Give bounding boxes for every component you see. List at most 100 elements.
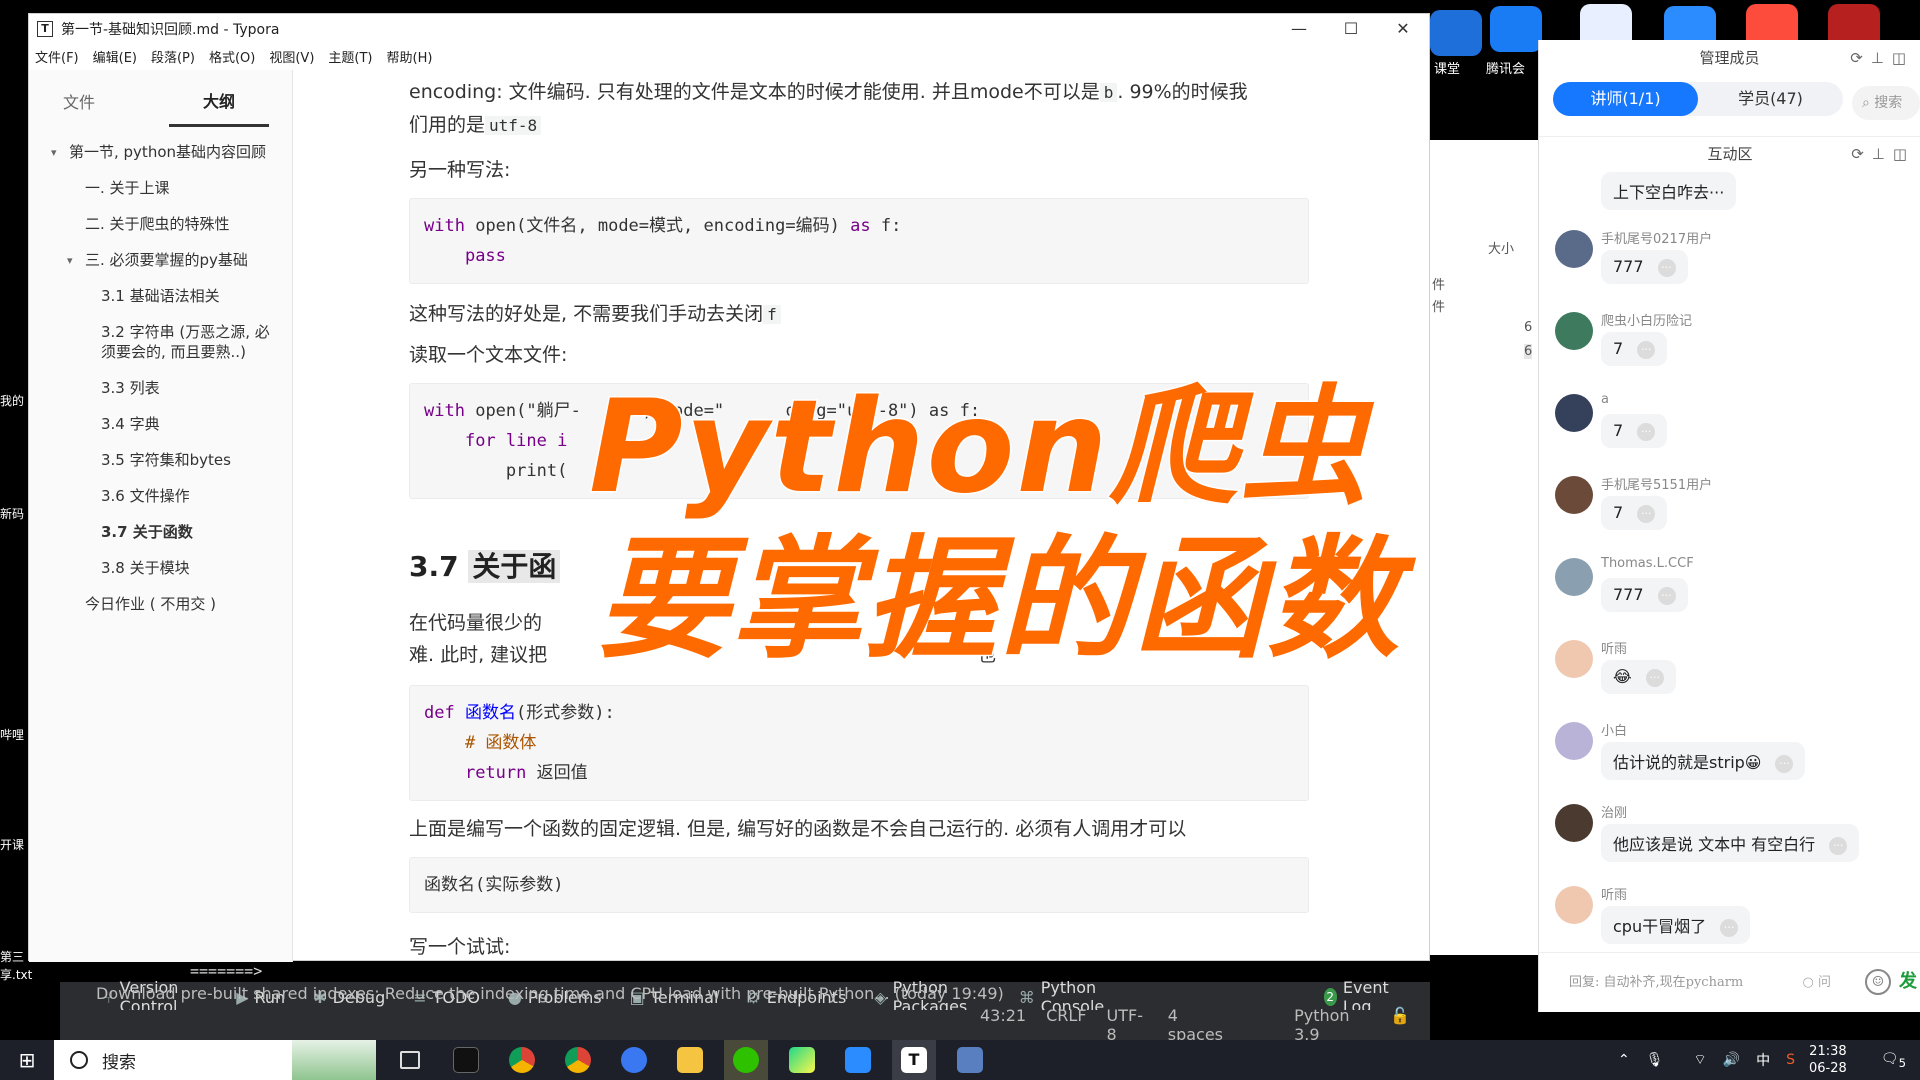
outline-item-active[interactable]: 3.7 关于函数 — [29, 522, 292, 542]
tab-files[interactable]: 文件 — [29, 73, 129, 125]
avatar[interactable] — [1555, 394, 1593, 432]
message-bubble[interactable]: 😂 ··· — [1601, 660, 1676, 694]
notification-icon[interactable]: 🗨5 — [1881, 1051, 1906, 1070]
tab-teachers[interactable]: 讲师(1/1) — [1553, 82, 1698, 116]
dingtalk-taskbar-icon[interactable] — [836, 1040, 880, 1080]
more-icon[interactable]: ··· — [1645, 668, 1664, 687]
menu-view[interactable]: 视图(V) — [269, 47, 314, 66]
typora-taskbar-icon[interactable]: T — [892, 1040, 936, 1080]
menu-file[interactable]: 文件(F) — [35, 47, 79, 66]
outline-item[interactable]: 3.3 列表 — [29, 378, 292, 398]
outline-item[interactable]: ▾ 第一节, python基础内容回顾 — [29, 142, 292, 162]
file-row[interactable]: 6 — [1524, 320, 1532, 335]
outline-item[interactable]: 今日作业 ( 不用交 ) — [29, 594, 292, 614]
indent-setting[interactable]: 4 spaces — [1168, 1006, 1230, 1044]
outline-item[interactable]: 3.1 基础语法相关 — [29, 286, 292, 306]
volume-icon[interactable]: 🔊 — [1723, 1052, 1740, 1068]
message-bubble[interactable]: cpu干冒烟了 ··· — [1601, 906, 1751, 944]
maximize-button[interactable]: ☐ — [1325, 14, 1377, 44]
more-icon[interactable]: ··· — [1637, 340, 1656, 359]
code-block-read-file[interactable]: with open("躺尸- ", mode=" ding="utf-8") a… — [409, 383, 1309, 499]
menu-theme[interactable]: 主题(T) — [328, 47, 372, 66]
avatar[interactable] — [1555, 722, 1593, 760]
code-block-def[interactable]: def 函数名(形式参数): # 函数体 return 返回值 — [409, 685, 1309, 801]
more-icon[interactable]: ··· — [1637, 422, 1656, 441]
message-username[interactable]: Thomas.L.CCF — [1601, 556, 1694, 571]
refresh-pin-icons[interactable]: ⟳⊥◫ — [1851, 137, 1915, 171]
file-encoding[interactable]: UTF-8 — [1107, 1006, 1148, 1044]
file-row[interactable]: 6 — [1524, 344, 1533, 359]
message-bubble[interactable]: 777 ··· — [1601, 250, 1688, 284]
code-block-with-open[interactable]: with open(文件名, mode=模式, encoding=编码) as … — [409, 198, 1309, 284]
refresh-pin-icons[interactable]: ⟳⊥◫ — [1850, 40, 1914, 76]
browser-icon[interactable] — [612, 1040, 656, 1080]
more-icon[interactable]: ··· — [1657, 258, 1676, 277]
blue-app-icon[interactable] — [1430, 10, 1482, 56]
menu-help[interactable]: 帮助(H) — [387, 47, 433, 66]
chevron-down-icon[interactable]: ▾ — [67, 251, 73, 271]
typora-titlebar[interactable]: T 第一节-基础知识回顾.md - Typora — ☐ ✕ — [29, 14, 1429, 44]
outline-item[interactable]: 3.5 字符集和bytes — [29, 450, 292, 470]
message-bubble[interactable]: 7 ··· — [1601, 496, 1668, 530]
avatar[interactable] — [1555, 640, 1593, 678]
task-view-icon[interactable] — [388, 1040, 432, 1080]
send-button[interactable]: 发 — [1899, 967, 1917, 993]
member-search-input[interactable]: ⌕ 搜索 — [1852, 86, 1920, 120]
question-toggle[interactable]: ○ 问 — [1803, 971, 1832, 990]
chevron-up-icon[interactable]: ⌃ — [1618, 1052, 1630, 1068]
code-block-call[interactable]: 函数名(实际参数) — [409, 857, 1309, 913]
file-row[interactable]: 件 — [1432, 274, 1445, 293]
caret-position[interactable]: 43:21 — [980, 1006, 1026, 1044]
outline-item[interactable]: 3.8 关于模块 — [29, 558, 292, 578]
lock-icon[interactable]: 🔓 — [1390, 1006, 1410, 1044]
more-icon[interactable]: ··· — [1829, 836, 1848, 855]
message-bubble[interactable]: 他应该是说 文本中 有空白行 ··· — [1601, 824, 1860, 862]
chrome-icon[interactable] — [500, 1040, 544, 1080]
tab-students[interactable]: 学员(47) — [1698, 82, 1843, 116]
python-interpreter[interactable]: Python 3.9 — [1294, 1006, 1370, 1044]
outline-item[interactable]: 3.2 字符串 (万恶之源, 必须要会的, 而且要熟..) — [29, 322, 292, 362]
tab-outline[interactable]: 大纲 — [169, 72, 269, 127]
message-bubble[interactable]: 上下空白咋去··· — [1601, 172, 1737, 210]
taskbar-search-input[interactable]: 搜索 — [54, 1040, 376, 1080]
outline-item[interactable]: ▾ 三. 必须要掌握的py基础 — [29, 250, 292, 270]
outline-item[interactable]: 3.6 文件操作 — [29, 486, 292, 506]
file-explorer-icon[interactable] — [668, 1040, 712, 1080]
message-username[interactable]: 听雨 — [1601, 884, 1627, 903]
reply-input[interactable]: 回复: 自动补齐,现在pycharm ○ 问 ☺ 发 — [1539, 952, 1920, 1012]
sogou-icon[interactable]: S — [1786, 1052, 1795, 1068]
menu-format[interactable]: 格式(O) — [209, 47, 255, 66]
message-bubble[interactable]: 7 ··· — [1601, 414, 1668, 448]
message-username[interactable]: a — [1601, 392, 1609, 407]
tencent-meeting-icon[interactable] — [1490, 6, 1542, 52]
avatar[interactable] — [1555, 886, 1593, 924]
pycharm-icon[interactable] — [780, 1040, 824, 1080]
ime-indicator[interactable]: 中 — [1756, 1050, 1770, 1070]
avatar[interactable] — [1555, 804, 1593, 842]
calculator-icon[interactable] — [948, 1040, 992, 1080]
avatar[interactable] — [1555, 476, 1593, 514]
menu-paragraph[interactable]: 段落(P) — [151, 47, 195, 66]
more-icon[interactable]: ··· — [1709, 183, 1724, 202]
message-bubble[interactable]: 估计说的就是strip😀 ··· — [1601, 742, 1806, 780]
windows-start-icon[interactable]: ⊞ — [0, 1048, 54, 1072]
message-username[interactable]: 爬虫小白历险记 — [1601, 310, 1692, 329]
wechat-icon[interactable] — [724, 1040, 768, 1080]
emoji-icon[interactable]: ☺ — [1865, 969, 1891, 995]
file-row[interactable]: 件 — [1432, 296, 1445, 315]
outline-item[interactable]: 3.4 字典 — [29, 414, 292, 434]
avatar[interactable] — [1555, 558, 1593, 596]
line-separator[interactable]: CRLF — [1046, 1006, 1086, 1044]
outline-item[interactable]: 一. 关于上课 — [29, 178, 292, 198]
outline-item[interactable]: 二. 关于爬虫的特殊性 — [29, 214, 292, 234]
chrome-dev-icon[interactable] — [556, 1040, 600, 1080]
avatar[interactable] — [1555, 230, 1593, 268]
more-icon[interactable]: ··· — [1637, 504, 1656, 523]
wifi-icon[interactable]: ⌔ — [1694, 1051, 1707, 1069]
more-icon[interactable]: ··· — [1775, 754, 1794, 773]
message-username[interactable]: 小白 — [1601, 720, 1627, 739]
message-username[interactable]: 手机尾号5151用户 — [1601, 474, 1712, 493]
more-icon[interactable]: ··· — [1720, 918, 1739, 937]
terminal-app-icon[interactable] — [444, 1040, 488, 1080]
clock[interactable]: 21:38 06-28 — [1809, 1043, 1847, 1077]
